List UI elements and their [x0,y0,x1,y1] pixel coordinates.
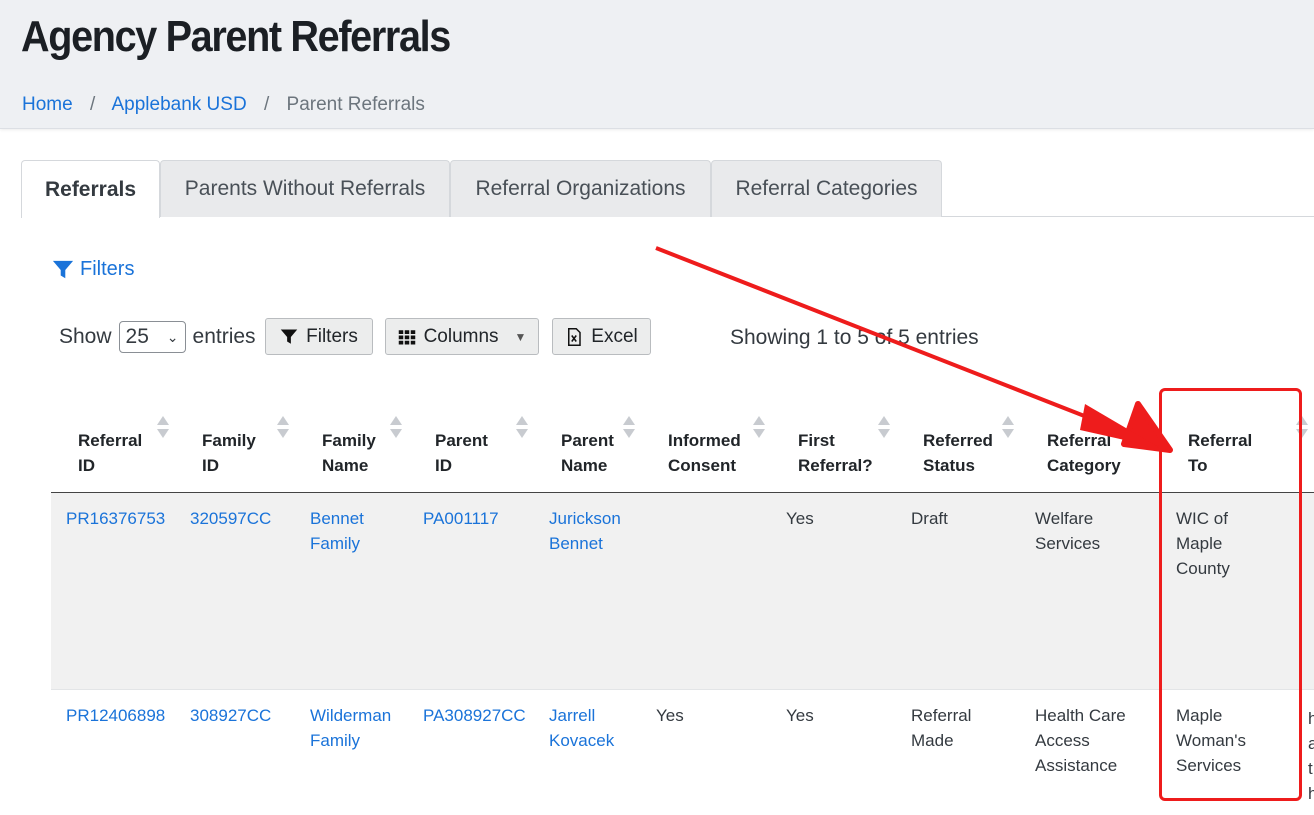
sort-icon [1296,416,1308,442]
filter-icon [52,260,74,278]
table-row: PR12406898 308927CC Wilderman Family PA3… [51,689,1314,815]
caret-down-icon: ▼ [514,329,527,344]
excel-button-label: Excel [591,325,638,347]
grid-icon [398,329,415,344]
breadcrumb-home-link[interactable]: Home [22,94,73,115]
column-header-family-id[interactable]: Family ID [175,406,295,493]
columns-button-label: Columns [423,325,499,347]
breadcrumb-current: Parent Referrals [286,94,425,115]
cell-parent-name: Jarrell Kovacek [534,689,641,815]
excel-button[interactable]: Excel [552,318,651,355]
sort-icon [878,416,890,442]
cell-referral-to: WIC of Maple County [1161,492,1314,690]
clipped-column-text: h a t h [1308,709,1314,803]
cell-referral-id: PR16376753 [51,492,175,690]
cell-informed-consent: Yes [641,689,771,815]
cell-referral-category: Welfare Services [1020,492,1161,690]
column-header-parent-name[interactable]: Parent Name [534,406,641,493]
filters-button-label: Filters [306,325,358,347]
referrals-table: Referral ID Family ID Family Name Parent ID … [51,406,1314,815]
cell-referral-to: Maple Woman's Services [1161,689,1314,815]
sort-icon [1002,416,1014,442]
cell-informed-consent [641,492,771,690]
cell-referral-category: Health Care Access Assistance [1020,689,1161,815]
entries-select[interactable]: 25 ⌄ [118,321,186,353]
cell-referred-status: Draft [896,492,1020,690]
cell-family-name: Bennet Family [295,492,408,690]
family-name-link[interactable]: Wilderman Family [310,706,391,750]
parent-id-link[interactable]: PA308927CC [423,706,526,725]
filters-button[interactable]: Filters [265,318,373,355]
table-header-row: Referral ID Family ID Family Name Parent ID … [51,406,1314,493]
parent-id-link[interactable]: PA001117 [423,509,499,528]
sort-icon [1143,416,1155,442]
tab-referral-organizations[interactable]: Referral Organizations [450,160,711,217]
chevron-down-icon: ⌄ [166,328,179,345]
sort-icon [390,416,402,442]
column-header-referral-to[interactable]: Referral To [1161,406,1314,493]
entries-select-value: 25 [125,325,149,348]
table-row: PR16376753 320597CC Bennet Family PA0011… [51,492,1314,690]
column-header-referral-id[interactable]: Referral ID [51,406,175,493]
cell-family-id: 308927CC [175,689,295,815]
cell-family-name: Wilderman Family [295,689,408,815]
breadcrumb: Home / Applebank USD / Parent Referrals [22,94,425,116]
cell-family-id: 320597CC [175,492,295,690]
column-header-referral-category[interactable]: Referral Category [1020,406,1161,493]
family-id-link[interactable]: 308927CC [190,706,271,725]
column-header-family-name[interactable]: Family Name [295,406,408,493]
sort-icon [277,416,289,442]
cell-first-referral: Yes [771,689,896,815]
column-header-parent-id[interactable]: Parent ID [408,406,534,493]
page-length-control: Show 25 ⌄ entries [59,318,256,356]
tab-parents-without-referrals[interactable]: Parents Without Referrals [160,160,450,217]
column-header-referred-status[interactable]: Referred Status [896,406,1020,493]
tab-bar: Referrals Parents Without Referrals Refe… [21,160,1314,218]
column-header-first-referral[interactable]: First Referral? [771,406,896,493]
referral-id-link[interactable]: PR16376753 [66,509,165,528]
referral-id-link[interactable]: PR12406898 [66,706,165,725]
page-title: Agency Parent Referrals [21,12,451,61]
table-info: Showing 1 to 5 of 5 entries [730,326,979,349]
cell-first-referral: Yes [771,492,896,690]
cell-referred-status: Referral Made [896,689,1020,815]
filter-icon [280,329,298,344]
breadcrumb-separator: / [89,94,96,115]
sort-icon [516,416,528,442]
sort-icon [753,416,765,442]
cell-parent-name: Jurickson Bennet [534,492,641,690]
show-label: Show [59,325,112,348]
cell-referral-id: PR12406898 [51,689,175,815]
page-header: Agency Parent Referrals Home / Applebank… [0,0,1314,129]
cell-parent-id: PA308927CC [408,689,534,815]
parent-name-link[interactable]: Jurickson Bennet [549,509,621,553]
family-id-link[interactable]: 320597CC [190,509,271,528]
cell-parent-id: PA001117 [408,492,534,690]
excel-file-icon [568,327,582,346]
sort-icon [157,416,169,442]
parent-name-link[interactable]: Jarrell Kovacek [549,706,614,750]
sort-icon [623,416,635,442]
entries-label: entries [192,325,256,348]
family-name-link[interactable]: Bennet Family [310,509,364,553]
tab-referral-categories[interactable]: Referral Categories [711,160,942,217]
breadcrumb-separator: / [263,94,270,115]
columns-button[interactable]: Columns ▼ [385,318,539,355]
column-header-informed-consent[interactable]: Informed Consent [641,406,771,493]
tab-referrals[interactable]: Referrals [21,160,160,218]
breadcrumb-district-link[interactable]: Applebank USD [111,94,246,115]
filters-toggle-label: Filters [80,258,135,280]
filters-toggle-link[interactable]: Filters [52,258,134,281]
